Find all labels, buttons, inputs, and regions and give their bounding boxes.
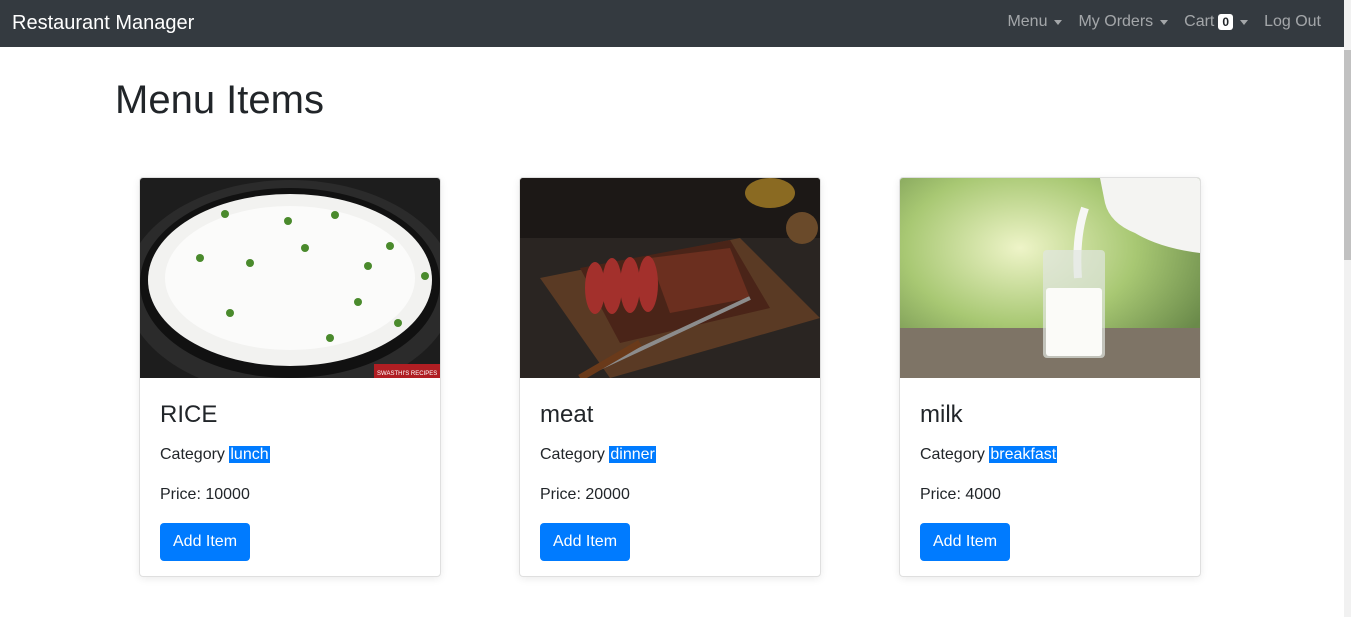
- milk-image: [900, 178, 1200, 378]
- category-label: Category: [540, 446, 605, 463]
- item-category: Category dinner: [540, 445, 800, 465]
- item-name: meat: [540, 401, 594, 428]
- cart-dropdown[interactable]: Cart 0: [1184, 12, 1249, 32]
- menu-dropdown[interactable]: Menu: [1007, 12, 1063, 32]
- item-name: RICE: [160, 401, 218, 428]
- add-item-button[interactable]: Add Item: [540, 523, 631, 561]
- cart-count-badge: 0: [1218, 14, 1234, 30]
- page-title: Menu Items: [115, 78, 324, 122]
- card-body: RICE Category lunch Price: 10000 Add Ite…: [140, 378, 440, 576]
- item-price: Price: 10000: [160, 486, 250, 503]
- chevron-down-icon: [1240, 20, 1249, 25]
- meat-image: [520, 178, 820, 378]
- navbar: Restaurant Manager Menu My Orders Cart 0…: [0, 0, 1344, 47]
- my-orders-dropdown-label: My Orders: [1078, 13, 1154, 30]
- item-name: milk: [920, 401, 963, 428]
- svg-text:SWASTHI'S RECIPES: SWASTHI'S RECIPES: [377, 371, 437, 377]
- logout-link[interactable]: Log Out: [1264, 12, 1321, 32]
- scrollbar[interactable]: [1344, 0, 1351, 617]
- menu-dropdown-label: Menu: [1007, 13, 1048, 30]
- my-orders-dropdown[interactable]: My Orders: [1078, 12, 1169, 32]
- add-item-button[interactable]: Add Item: [920, 523, 1011, 561]
- item-price: Price: 20000: [540, 486, 630, 503]
- rice-image: SWASTHI'S RECIPES: [140, 178, 440, 378]
- cart-dropdown-label: Cart: [1184, 13, 1215, 30]
- item-category: Category lunch: [160, 445, 420, 465]
- menu-item-card: SWASTHI'S RECIPES RICE Category lunch Pr…: [139, 177, 441, 577]
- scrollbar-thumb[interactable]: [1344, 50, 1351, 260]
- add-item-button[interactable]: Add Item: [160, 523, 251, 561]
- item-price: Price: 4000: [920, 486, 1001, 503]
- menu-item-card: milk Category breakfast Price: 4000 Add …: [899, 177, 1201, 577]
- nav-links: Menu My Orders Cart 0 Log Out: [1007, 12, 1321, 32]
- item-category: Category breakfast: [920, 445, 1180, 465]
- card-body: milk Category breakfast Price: 4000 Add …: [900, 378, 1200, 576]
- category-label: Category: [160, 446, 225, 463]
- category-value: lunch: [229, 446, 270, 463]
- category-label: Category: [920, 446, 985, 463]
- menu-item-card: meat Category dinner Price: 20000 Add It…: [519, 177, 821, 577]
- category-value: breakfast: [989, 446, 1058, 463]
- category-value: dinner: [609, 446, 656, 463]
- card-body: meat Category dinner Price: 20000 Add It…: [520, 378, 820, 576]
- brand-link[interactable]: Restaurant Manager: [12, 11, 194, 35]
- chevron-down-icon: [1054, 20, 1063, 25]
- chevron-down-icon: [1160, 20, 1169, 25]
